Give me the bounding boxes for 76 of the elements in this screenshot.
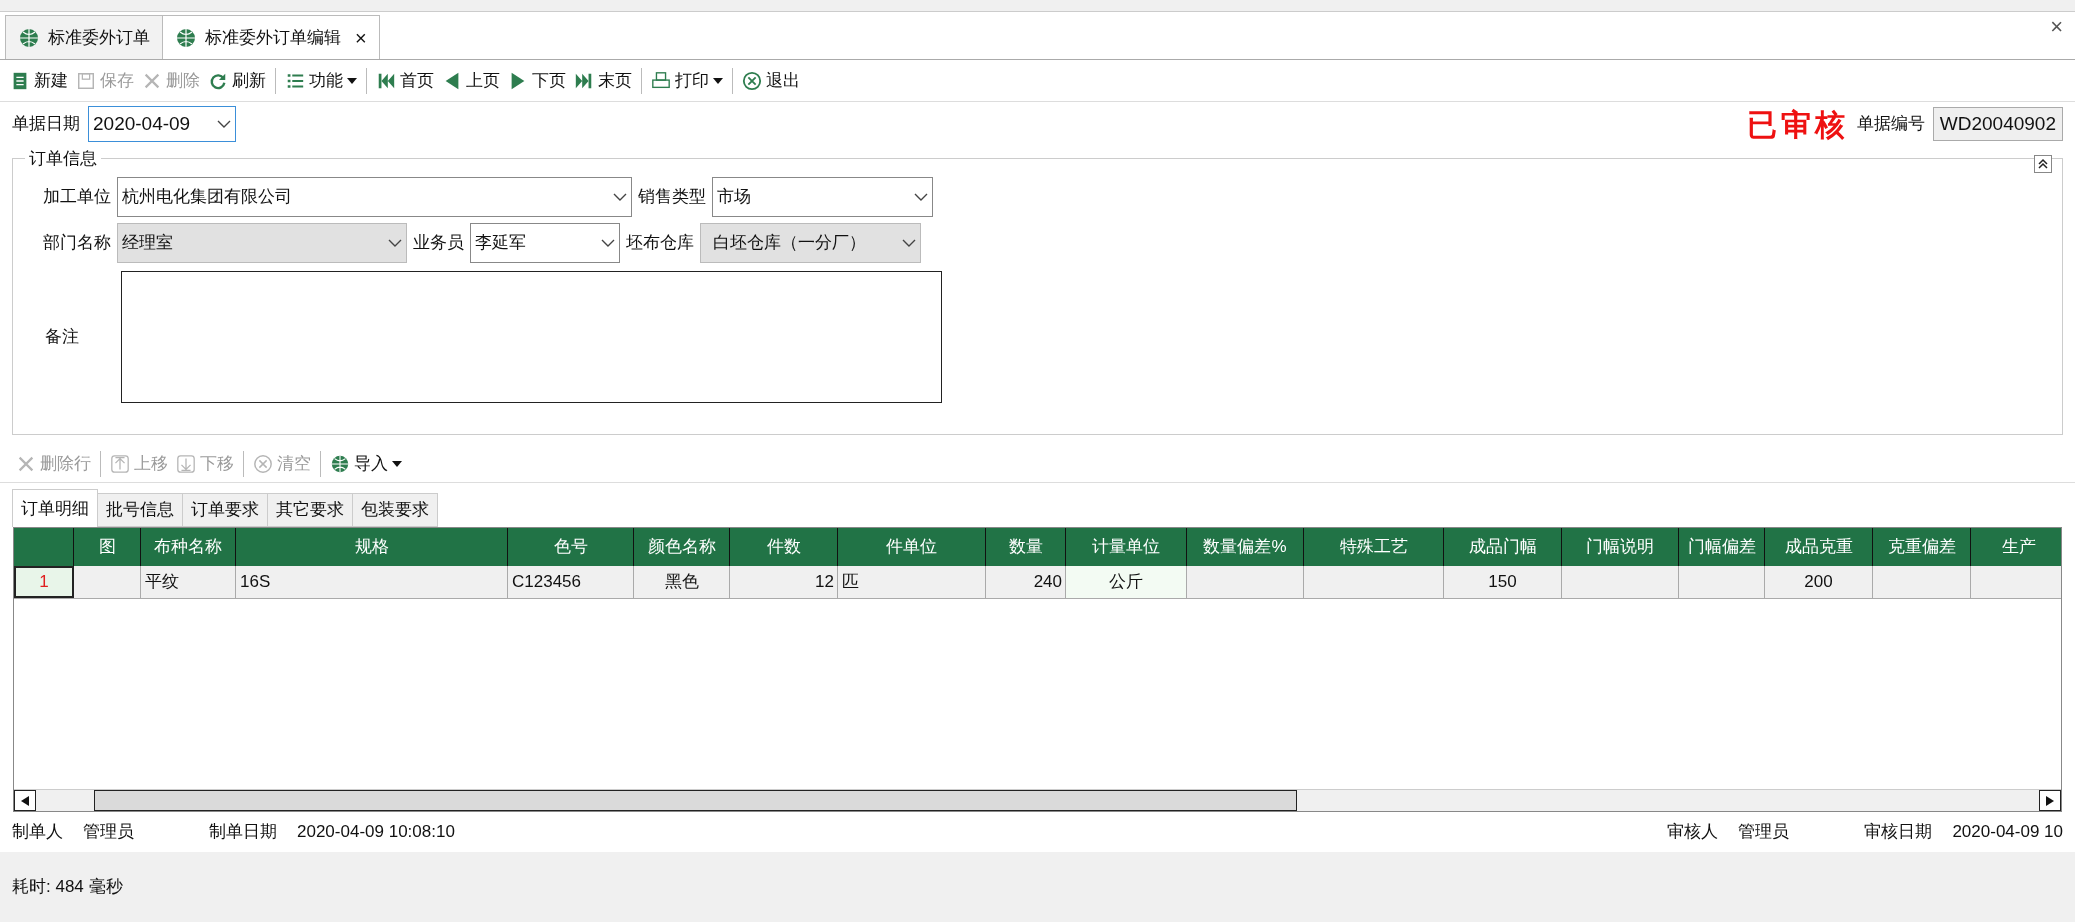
row-number: 1	[14, 566, 74, 598]
chevron-down-icon	[388, 239, 402, 247]
field-label: 审核日期	[1864, 821, 1933, 844]
table-cell: 平纹	[141, 566, 236, 598]
field-value: 管理员	[1738, 821, 1790, 844]
field-value: 管理员	[83, 821, 134, 844]
approval-status-label: 已审核	[1746, 105, 1849, 144]
remark-field[interactable]	[121, 271, 942, 403]
toolbar-button[interactable]: 退出	[738, 60, 804, 101]
scrollbar-thumb[interactable]	[94, 790, 1297, 811]
table-cell: 150	[1444, 566, 1562, 598]
field-label: 销售类型	[638, 186, 706, 209]
circle-cross-icon	[742, 70, 762, 91]
close-button[interactable]: ×	[2050, 16, 2063, 38]
document-number-field: WD20040902	[1932, 107, 2063, 141]
toolbar-button[interactable]: 刷新	[204, 60, 270, 101]
globe-icon	[175, 26, 197, 49]
scroll-left-icon[interactable]	[14, 790, 36, 811]
chevron-down-icon	[613, 193, 627, 201]
field-label: 单据日期	[12, 113, 80, 136]
field-label: 部门名称	[43, 232, 111, 255]
table-cell: 黑色	[634, 566, 730, 598]
toolbar-button[interactable]: 末页	[570, 60, 636, 101]
tab[interactable]: 批号信息	[97, 493, 183, 527]
double-chevron-up-icon	[2037, 158, 2049, 170]
printer-icon	[651, 70, 671, 91]
field-label: 业务员	[413, 232, 464, 255]
dropdown-field[interactable]: 李延军	[470, 223, 620, 263]
globe-icon	[330, 453, 350, 474]
toolbar-button[interactable]: 新建	[6, 60, 72, 101]
circle-cross-icon	[253, 453, 273, 474]
field-label: 审核人	[1667, 821, 1719, 844]
tab[interactable]: 订单要求	[182, 493, 268, 527]
table-cell: 200	[1765, 566, 1873, 598]
globe-icon	[18, 26, 40, 49]
tab[interactable]: 其它要求	[267, 493, 353, 527]
toolbar-button[interactable]: 上页	[438, 60, 504, 101]
table-cell: 16S	[236, 566, 508, 598]
status-text: 耗时: 484 毫秒	[12, 876, 123, 899]
field-label: 制单人	[12, 821, 63, 844]
field-label: 加工单位	[43, 186, 111, 209]
caret-icon	[392, 460, 402, 467]
chevron-down-icon	[914, 193, 928, 201]
table-cell: 公斤	[1066, 566, 1187, 598]
tab[interactable]: 包装要求	[352, 493, 438, 527]
chevron-down-icon	[902, 239, 916, 247]
arrow-down-icon	[176, 453, 196, 474]
tab[interactable]: 标准委外订单编辑 ×	[162, 15, 380, 59]
table-cell: 匹	[838, 566, 986, 598]
dropdown-field[interactable]: 市场	[712, 177, 933, 217]
field-value: 2020-04-09 10:08:10	[297, 821, 455, 844]
field-label: 备注	[44, 326, 80, 349]
toolbar-button[interactable]: 打印	[647, 60, 727, 101]
tab[interactable]: 订单明细	[12, 489, 98, 527]
toolbar-button[interactable]: 下页	[504, 60, 570, 101]
chevron-down-icon	[601, 239, 615, 247]
toolbar-button[interactable]: 导入	[326, 445, 406, 482]
field-label: 单据编号	[1856, 113, 1925, 136]
close-tab-button[interactable]: ×	[355, 27, 367, 48]
tab[interactable]: 标准委外订单	[5, 15, 163, 59]
caret-icon	[347, 77, 357, 84]
arrow-up-icon	[110, 453, 130, 474]
field-label: 制单日期	[209, 821, 277, 844]
caret-icon	[713, 77, 723, 84]
table-cell: C123456	[508, 566, 634, 598]
field-value: 2020-04-09 10	[1952, 821, 2063, 844]
chevron-down-icon	[217, 120, 231, 128]
scroll-right-icon[interactable]	[2039, 790, 2061, 811]
horizontal-scrollbar[interactable]	[14, 789, 2061, 811]
collapse-button[interactable]	[2034, 155, 2052, 173]
toolbar-button[interactable]: 首页	[372, 60, 438, 101]
table-cell: 12	[730, 566, 838, 598]
toolbar-button[interactable]: 功能	[281, 60, 361, 101]
field-label: 坯布仓库	[626, 232, 694, 255]
dropdown-field[interactable]: 杭州电化集团有限公司	[117, 177, 632, 217]
date-field[interactable]: 2020-04-09	[88, 106, 236, 142]
